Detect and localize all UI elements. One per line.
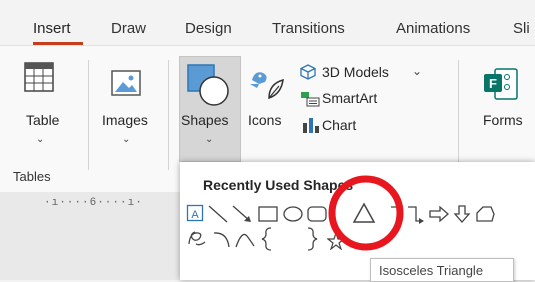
tab-slideshow[interactable]: Sli <box>513 20 530 37</box>
right-brace-shape-icon[interactable] <box>305 226 319 252</box>
tab-draw[interactable]: Draw <box>111 20 146 37</box>
forms-label: Forms <box>483 112 523 128</box>
left-brace-shape-icon[interactable] <box>260 226 274 252</box>
svg-text:A: A <box>191 209 199 221</box>
forms-icon: F <box>484 68 518 100</box>
images-chevron-down-icon[interactable]: ⌄ <box>122 134 130 145</box>
tab-transitions[interactable]: Transitions <box>272 20 345 37</box>
ribbon-tab-strip: Insert Draw Design Transitions Animation… <box>0 0 535 45</box>
3d-models-label: 3D Models <box>322 64 389 80</box>
images-button[interactable] <box>96 58 158 163</box>
rectangle-shape-icon[interactable] <box>257 204 279 224</box>
tab-design[interactable]: Design <box>185 20 232 37</box>
tables-group-label: Tables <box>13 169 51 184</box>
smartart-button[interactable]: SmartArt <box>298 86 408 110</box>
separator <box>168 60 169 170</box>
picture-icon <box>111 70 141 96</box>
right-arrow-shape-icon[interactable] <box>428 204 450 224</box>
shapes-button[interactable] <box>179 56 241 162</box>
chart-label: Chart <box>322 117 357 133</box>
table-icon <box>24 62 54 92</box>
tooltip-text: Isosceles Triangle <box>379 263 484 278</box>
forms-button[interactable]: F <box>475 58 531 158</box>
arrow-line-shape-icon[interactable] <box>231 204 253 224</box>
arc-shape-icon[interactable] <box>212 228 232 250</box>
3d-models-chevron-down-icon[interactable]: ⌄ <box>412 64 422 78</box>
shape-tooltip: Isosceles Triangle <box>370 258 514 282</box>
icons-button[interactable] <box>243 58 295 158</box>
text-box-shape-icon[interactable]: A <box>186 204 204 222</box>
line-shape-icon[interactable] <box>207 204 229 224</box>
oval-shape-icon[interactable] <box>282 204 304 224</box>
smartart-label: SmartArt <box>322 90 378 106</box>
chart-button[interactable]: Chart <box>298 112 388 136</box>
down-arrow-shape-icon[interactable] <box>452 204 472 224</box>
separator <box>458 60 459 170</box>
shapes-icon <box>187 64 229 106</box>
table-label: Table <box>26 112 60 128</box>
shapes-label: Shapes <box>181 112 229 128</box>
images-label: Images <box>102 112 148 128</box>
shapes-chevron-down-icon[interactable]: ⌄ <box>205 134 213 145</box>
chart-icon <box>303 118 319 133</box>
table-button[interactable] <box>16 58 72 163</box>
icons-icon <box>250 72 284 100</box>
horizontal-ruler: ·ı····6····ı· <box>44 197 143 209</box>
freeform-shape-icon[interactable] <box>474 204 496 224</box>
separator <box>88 60 89 170</box>
smartart-icon <box>301 92 320 107</box>
svg-text:F: F <box>489 76 497 91</box>
icons-label: Icons <box>248 112 282 128</box>
3d-models-button[interactable]: 3D Models ⌄ <box>298 60 428 84</box>
tab-animations[interactable]: Animations <box>396 20 470 37</box>
elbow-arrow-connector-shape-icon[interactable] <box>406 204 426 224</box>
cube-icon <box>300 64 316 80</box>
tab-insert[interactable]: Insert <box>33 20 71 37</box>
scribble-shape-icon[interactable] <box>186 228 208 250</box>
highlight-circle-annotation <box>328 175 404 251</box>
table-chevron-down-icon[interactable]: ⌄ <box>36 134 44 145</box>
curve-shape-icon[interactable] <box>234 228 256 250</box>
